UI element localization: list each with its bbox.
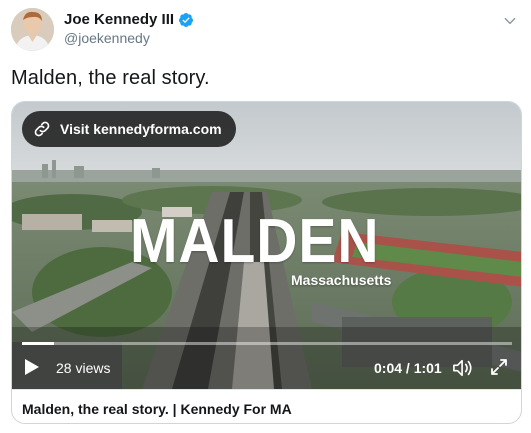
card-footer[interactable]: Malden, the real story. | Kennedy For MA [12,389,521,423]
progress-fill [22,342,55,345]
author-handle[interactable]: @joekennedy [64,30,150,46]
video-overlay-title: MALDEN [130,207,380,276]
chevron-down-icon[interactable] [503,14,517,28]
visit-website-label: Visit kennedyforma.com [60,121,222,137]
avatar-image [11,8,54,51]
play-icon[interactable] [24,358,40,376]
avatar[interactable] [11,8,54,51]
view-count: 28 views [56,360,111,376]
author-name-row[interactable]: Joe Kennedy III [64,11,194,28]
video-card[interactable]: Visit kennedyforma.com MALDEN Massachuse… [11,101,522,424]
card-title[interactable]: Malden, the real story. | Kennedy For MA [22,401,292,417]
video-overlay-subtitle: Massachusetts [291,272,392,288]
author-display-name[interactable]: Joe Kennedy III [64,11,174,28]
progress-bar[interactable] [22,342,512,345]
volume-icon[interactable] [452,358,474,378]
fullscreen-icon[interactable] [490,358,508,376]
video-player[interactable]: Visit kennedyforma.com MALDEN Massachuse… [12,102,521,389]
link-icon [34,121,50,137]
player-controls: 28 views 0:04 / 1:01 [12,350,521,386]
playback-time: 0:04 / 1:01 [374,360,442,376]
tweet-text: Malden, the real story. [11,67,210,89]
visit-website-button[interactable]: Visit kennedyforma.com [22,111,236,147]
verified-badge-icon [179,12,194,27]
